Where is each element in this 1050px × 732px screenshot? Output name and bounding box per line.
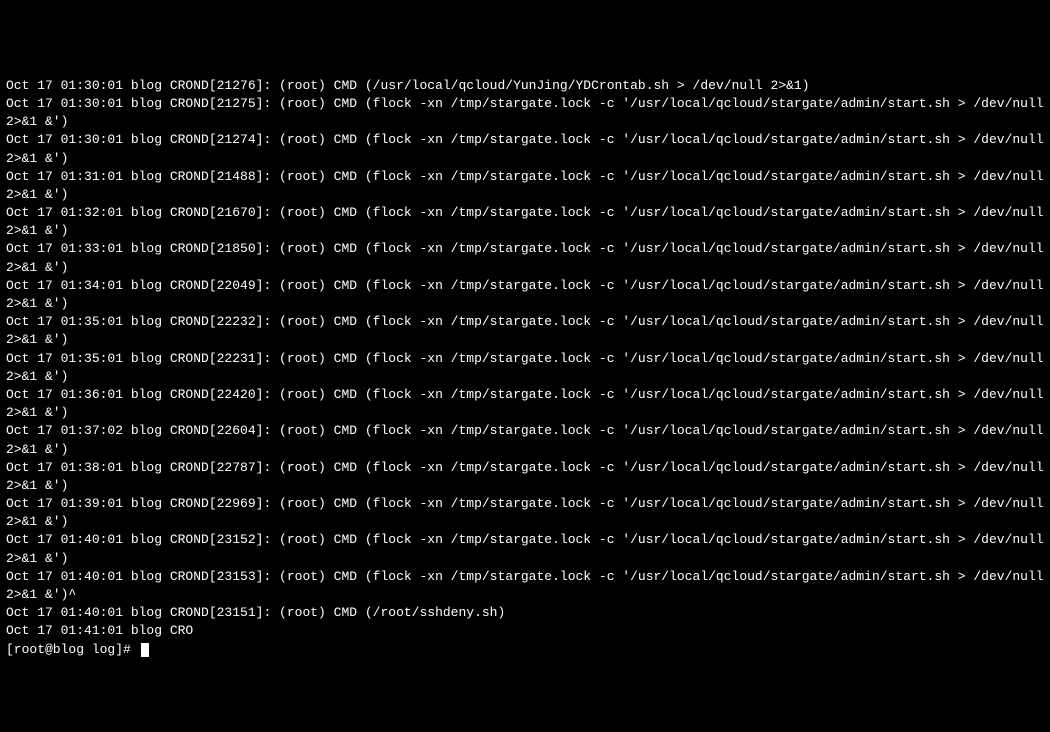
log-line: Oct 17 01:30:01 blog CROND[21274]: (root… [6,131,1044,167]
log-line: Oct 17 01:35:01 blog CROND[22231]: (root… [6,350,1044,386]
log-line: Oct 17 01:33:01 blog CROND[21850]: (root… [6,240,1044,276]
shell-prompt[interactable]: [root@blog log]# [6,642,139,657]
log-line: Oct 17 01:31:01 blog CROND[21488]: (root… [6,168,1044,204]
log-line: Oct 17 01:36:01 blog CROND[22420]: (root… [6,386,1044,422]
log-line: Oct 17 01:38:01 blog CROND[22787]: (root… [6,459,1044,495]
log-line: Oct 17 01:41:01 blog CRO [6,622,1044,640]
log-line: Oct 17 01:34:01 blog CROND[22049]: (root… [6,277,1044,313]
log-line: Oct 17 01:40:01 blog CROND[23151]: (root… [6,604,1044,622]
log-line: Oct 17 01:32:01 blog CROND[21670]: (root… [6,204,1044,240]
log-line: Oct 17 01:40:01 blog CROND[23152]: (root… [6,531,1044,567]
cursor [141,643,149,657]
log-line: Oct 17 01:30:01 blog CROND[21275]: (root… [6,95,1044,131]
log-line: Oct 17 01:30:01 blog CROND[21276]: (root… [6,77,1044,95]
log-line: Oct 17 01:37:02 blog CROND[22604]: (root… [6,422,1044,458]
terminal-output: Oct 17 01:30:01 blog CROND[21276]: (root… [6,77,1044,641]
log-line: Oct 17 01:39:01 blog CROND[22969]: (root… [6,495,1044,531]
log-line: Oct 17 01:40:01 blog CROND[23153]: (root… [6,568,1044,604]
log-line: Oct 17 01:35:01 blog CROND[22232]: (root… [6,313,1044,349]
